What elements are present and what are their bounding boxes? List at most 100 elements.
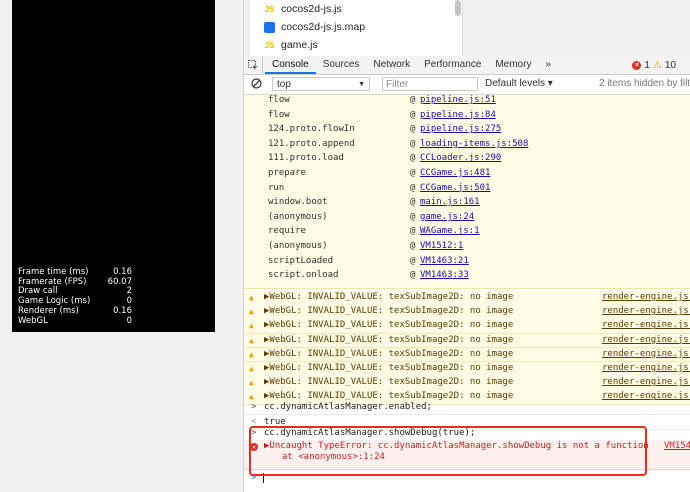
stack-at: @ [410, 168, 416, 178]
warning-message[interactable]: ▲ ▶WebGL: INVALID_VALUE: texSubImage2D: n… [244, 305, 690, 320]
error-source-link[interactable]: VM154 [664, 441, 690, 451]
stack-at: @ [410, 241, 416, 251]
warning-text: ▶WebGL: INVALID_VALUE: texSubImage2D: no… [264, 363, 514, 373]
stack-at: @ [410, 255, 416, 266]
warning-message[interactable]: ▲ ▶WebGL: INVALID_VALUE: texSubImage2D: n… [244, 319, 690, 334]
warning-icon: ▲ [249, 293, 254, 302]
file-name: cocos2d-js.js.map [281, 21, 366, 33]
warning-text: ▶WebGL: INVALID_VALUE: texSubImage2D: no… [264, 348, 514, 359]
tab-memory[interactable]: Memory [488, 56, 538, 74]
inspect-element-icon[interactable] [244, 56, 263, 74]
warning-source-link[interactable]: render-engine.js:8 [602, 291, 690, 305]
stack-function: run [268, 182, 285, 193]
stack-trace: flow @ pipeline.js:51 flow @ pipeline.js:84 12… [244, 95, 690, 289]
input-chevron-icon: > [251, 402, 257, 412]
game-stats-panel: Frame time (ms) 0.16 Framerate (FPS) 60.07 D… [18, 267, 132, 326]
source-file-item[interactable]: JS game.js [250, 36, 462, 54]
warning-source-link[interactable]: render-engine.js:8 [602, 362, 690, 376]
log-levels-dropdown[interactable]: Default levels ▾ [485, 77, 553, 91]
stack-function: window.boot [268, 197, 328, 208]
tab-performance[interactable]: Performance [417, 56, 488, 74]
hidden-items-info: 2 items hidden by filters [599, 78, 690, 89]
warning-message[interactable]: ▲ ▶WebGL: INVALID_VALUE: texSubImage2D: n… [244, 362, 690, 377]
warning-source-link[interactable]: render-engine.js:8 [602, 334, 690, 348]
stat-value: 0 [126, 315, 132, 326]
console-input-text: cc.dynamicAtlasManager.enabled; [264, 402, 432, 412]
tab-network[interactable]: Network [366, 56, 417, 74]
stack-function: flow [268, 109, 290, 120]
warning-icon: ▲ [249, 349, 254, 359]
stack-source-link[interactable]: pipeline.js:84 [420, 108, 496, 123]
stack-at: @ [410, 138, 416, 149]
warning-message[interactable]: ▲ ▶WebGL: INVALID_VALUE: texSubImage2D: n… [244, 376, 690, 391]
warning-icon: ▲ [249, 335, 254, 345]
warning-source-link[interactable]: render-engine.js:8 [602, 305, 690, 319]
issue-counts[interactable]: ✕ 1 ⚠ 10 [632, 56, 676, 74]
warning-message[interactable]: ▲ ▶WebGL: INVALID_VALUE: texSubImage2D: n… [244, 333, 690, 349]
stack-source-link[interactable]: VM1463:21 [420, 254, 469, 269]
stack-source-link[interactable]: loading-items.js:508 [420, 137, 528, 152]
game-canvas[interactable]: Frame time (ms) 0.16 Framerate (FPS) 60.07 D… [12, 0, 215, 332]
stack-at: @ [410, 182, 416, 193]
stack-at: @ [410, 124, 416, 135]
warning-text: ▶WebGL: INVALID_VALUE: texSubImage2D: no… [264, 306, 514, 317]
stack-function: require [268, 226, 306, 237]
warning-icon: ▲ [249, 321, 254, 331]
warning-text: ▶WebGL: INVALID_VALUE: texSubImage2D: no… [264, 334, 514, 345]
map-file-icon [264, 21, 275, 33]
stack-at: @ [410, 109, 416, 120]
stack-function: 111.proto.load [268, 153, 344, 164]
warning-message[interactable]: ▲ ▶WebGL: INVALID_VALUE: texSubImage2D: n… [244, 291, 690, 306]
chevron-down-icon: ▼ [358, 81, 365, 88]
stack-function: (anonymous) [268, 241, 328, 251]
stack-source-link[interactable]: CCGame.js:501 [420, 181, 490, 196]
warning-source-link[interactable]: render-engine.js:8 [602, 376, 690, 390]
source-file-item[interactable]: cocos2d-js.js.map [250, 18, 462, 36]
stack-source-link[interactable]: pipeline.js:275 [420, 122, 501, 137]
context-value: top [277, 79, 291, 90]
source-file-item[interactable]: JS cocos2d-js.js [250, 0, 462, 18]
warning-count: 10 [664, 59, 676, 71]
warning-source-link[interactable]: render-engine.js:8 [602, 348, 690, 362]
stack-function: (anonymous) [268, 211, 328, 222]
file-name: cocos2d-js.js [281, 3, 342, 15]
file-name: game.js [281, 39, 318, 51]
context-selector[interactable]: top ▼ [272, 77, 370, 91]
stack-function: 124.proto.flowIn [268, 124, 355, 135]
warning-icon: ▲ [249, 364, 254, 373]
file-list-edge [462, 0, 463, 56]
stack-function: flow [268, 95, 290, 105]
stack-at: @ [410, 270, 416, 281]
file-list-scrollbar[interactable] [455, 0, 461, 16]
warning-message[interactable]: ▲ ▶WebGL: INVALID_VALUE: texSubImage2D: n… [244, 347, 690, 363]
highlight-annotation-box [249, 426, 647, 476]
stack-source-link[interactable]: VM1463:33 [420, 268, 469, 283]
stack-source-link[interactable]: WAGame.js:1 [420, 224, 480, 239]
tab-console[interactable]: Console [265, 56, 316, 74]
warning-text: ▶WebGL: INVALID_VALUE: texSubImage2D: no… [264, 320, 514, 331]
stat-label: WebGL [18, 315, 48, 326]
stack-at: @ [410, 95, 416, 105]
warning-text: ▶WebGL: INVALID_VALUE: texSubImage2D: no… [264, 292, 514, 302]
stack-source-link[interactable]: game.js:24 [420, 210, 474, 225]
filter-input[interactable]: Filter [382, 77, 478, 91]
tab-sources[interactable]: Sources [316, 56, 367, 74]
clear-console-icon[interactable] [251, 78, 262, 92]
stack-at: @ [410, 153, 416, 164]
js-file-icon: JS [264, 4, 275, 14]
stack-source-link[interactable]: CCLoader.js:290 [420, 151, 501, 166]
warning-icon: ▲ [249, 378, 254, 388]
stack-source-link[interactable]: main.js:161 [420, 195, 480, 210]
stack-function: scriptLoaded [268, 255, 334, 266]
warning-icon: ⚠ [652, 59, 662, 71]
warning-source-link[interactable]: render-engine.js:8 [602, 319, 690, 333]
warning-text: ▶WebGL: INVALID_VALUE: texSubImage2D: no… [264, 377, 514, 388]
stack-source-link[interactable]: CCGame.js:481 [420, 166, 490, 181]
more-tabs-button[interactable]: » [538, 56, 558, 74]
console-input-row: > cc.dynamicAtlasManager.enabled; [244, 400, 690, 415]
stack-source-link[interactable]: pipeline.js:51 [420, 95, 496, 108]
console-toolbar: top ▼ Filter Default levels ▾ 2 items hid… [244, 75, 690, 95]
stack-source-link[interactable]: VM1512:1 [420, 239, 463, 254]
stack-at: @ [410, 211, 416, 222]
source-file-list: JS cocos2d-js.js cocos2d-js.js.map JS game.j… [250, 0, 462, 56]
